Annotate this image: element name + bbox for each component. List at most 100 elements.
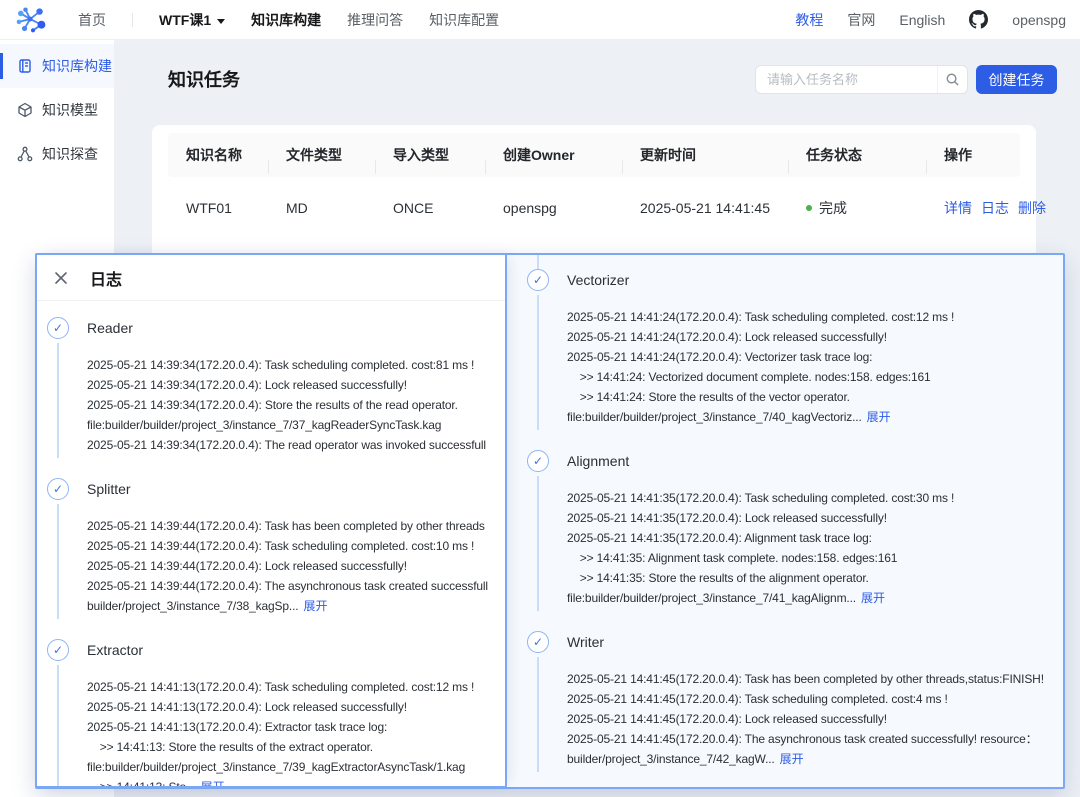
log-link[interactable]: 日志: [981, 198, 1009, 218]
log-line: 2025-05-21 14:41:45(172.20.0.4): Task ha…: [567, 669, 1063, 689]
log-line: 2025-05-21 14:41:24(172.20.0.4): Lock re…: [567, 327, 1063, 347]
sidebar-item-label: 知识模型: [42, 100, 98, 120]
status-dot-icon: [806, 205, 812, 211]
log-line: 2025-05-21 14:41:13(172.20.0.4): Task sc…: [87, 677, 505, 697]
log-line: 2025-05-21 14:41:45(172.20.0.4): The asy…: [567, 729, 1063, 749]
log-line: builder/project_3/instance_7/42_kagW...展…: [567, 749, 1063, 769]
sidebar-item-label: 知识探查: [42, 144, 98, 164]
expand-link[interactable]: 展开: [867, 410, 891, 424]
github-icon[interactable]: [969, 10, 988, 29]
cell-updated: 2025-05-21 14:41:45: [622, 200, 788, 216]
log-modal-header: 日志: [37, 255, 505, 301]
log-entry-vectorizer: ✓ Vectorizer 2025-05-21 14:41:24(172.20.0.…: [527, 269, 1063, 427]
table-header: 知识名称 文件类型 导入类型 创建Owner 更新时间 任务状态 操作: [168, 133, 1020, 177]
log-entry-lines: 2025-05-21 14:41:13(172.20.0.4): Task sc…: [87, 677, 505, 786]
log-line: 2025-05-21 14:39:34(172.20.0.4): Task sc…: [87, 355, 505, 375]
log-line: 2025-05-21 14:41:24(172.20.0.4): Vectori…: [567, 347, 1063, 367]
log-line: file:builder/builder/project_3/instance_…: [567, 588, 1063, 608]
log-line: 2025-05-21 14:39:44(172.20.0.4): The asy…: [87, 576, 505, 596]
app-root: 首页 WTF课1 知识库构建 推理问答 知识库配置 教程 官网 English …: [0, 0, 1080, 797]
sidebar-item-kb-model[interactable]: 知识模型: [0, 88, 114, 132]
expand-link[interactable]: 展开: [861, 591, 885, 605]
log-entry-lines: 2025-05-21 14:39:34(172.20.0.4): Task sc…: [87, 355, 505, 455]
log-left-panel: 日志 ✓Reader2025-05-21 14:39:34(172.20.0.4…: [35, 253, 507, 788]
log-modal: ✓ Vectorizer 2025-05-21 14:41:24(172.20.0.…: [35, 253, 1065, 789]
delete-link[interactable]: 删除: [1018, 198, 1046, 218]
official-site-link[interactable]: 官网: [847, 10, 875, 30]
detail-link[interactable]: 详情: [944, 198, 972, 218]
log-line: 2025-05-21 14:41:35(172.20.0.4): Lock re…: [567, 508, 1063, 528]
log-entry-lines: 2025-05-21 14:39:44(172.20.0.4): Task ha…: [87, 516, 505, 616]
log-line: 2025-05-21 14:41:13(172.20.0.4): Extract…: [87, 717, 505, 737]
col-status: 任务状态: [788, 145, 926, 165]
log-entry-reader: ✓Reader2025-05-21 14:39:34(172.20.0.4): …: [47, 317, 505, 455]
sidebar-item-kb-build[interactable]: 知识库构建: [0, 44, 114, 88]
log-line: file:builder/builder/project_3/instance_…: [87, 757, 505, 777]
col-actions: 操作: [926, 145, 1020, 165]
log-entry-title: Writer: [567, 631, 1063, 650]
log-entry-title: Alignment: [567, 450, 1063, 469]
cell-name: WTF01: [168, 200, 268, 216]
log-entry-writer: ✓Writer2025-05-21 14:41:45(172.20.0.4): …: [527, 631, 1063, 769]
log-line: 2025-05-21 14:41:35(172.20.0.4): Alignme…: [567, 528, 1063, 548]
cell-import-type: ONCE: [375, 200, 485, 216]
close-icon[interactable]: [53, 270, 69, 286]
log-line: >> 14:41:24: Store the results of the ve…: [567, 387, 1063, 407]
search-input[interactable]: [756, 72, 937, 87]
log-timeline-left: ✓Reader2025-05-21 14:39:34(172.20.0.4): …: [47, 317, 505, 786]
book-icon: [17, 58, 33, 74]
nav-item-kb-config[interactable]: 知识库配置: [429, 10, 525, 30]
tutorial-link[interactable]: 教程: [795, 10, 823, 30]
check-circle-icon: ✓: [47, 478, 69, 500]
log-line: 2025-05-21 14:41:13(172.20.0.4): Lock re…: [87, 697, 505, 717]
log-entry-splitter: ✓Splitter2025-05-21 14:39:44(172.20.0.4)…: [47, 478, 505, 616]
log-line: 2025-05-21 14:41:35(172.20.0.4): Task sc…: [567, 488, 1063, 508]
log-entry-title: Vectorizer: [567, 269, 1063, 288]
log-line: 2025-05-21 14:41:45(172.20.0.4): Lock re…: [567, 709, 1063, 729]
check-circle-icon: ✓: [47, 639, 69, 661]
nav-project-switcher[interactable]: WTF课1: [159, 10, 251, 30]
search-icon[interactable]: [937, 66, 967, 93]
log-left-body: ✓Reader2025-05-21 14:39:34(172.20.0.4): …: [37, 301, 505, 786]
log-timeline-right: ✓ Vectorizer 2025-05-21 14:41:24(172.20.0.…: [527, 269, 1063, 769]
expand-link[interactable]: 展开: [780, 752, 804, 766]
nav-item-reasoning-qa[interactable]: 推理问答: [347, 10, 429, 30]
expand-link[interactable]: 展开: [201, 780, 225, 786]
log-line: >> 14:41:24: Vectorized document complet…: [567, 367, 1063, 387]
log-entry-lines: 2025-05-21 14:41:35(172.20.0.4): Task sc…: [567, 488, 1063, 608]
log-line: >> 14:41:35: Store the results of the al…: [567, 568, 1063, 588]
language-switch[interactable]: English: [899, 12, 945, 28]
log-line: 2025-05-21 14:39:34(172.20.0.4): The rea…: [87, 435, 505, 455]
explore-icon: [17, 146, 33, 162]
check-circle-icon: ✓: [527, 450, 549, 472]
log-entry-lines: 2025-05-21 14:41:24(172.20.0.4): Task sc…: [567, 307, 1063, 427]
log-line: 2025-05-21 14:41:24(172.20.0.4): Task sc…: [567, 307, 1063, 327]
log-line: >> 14:41:13: Store the results of the ex…: [87, 737, 505, 757]
log-line: 2025-05-21 14:39:34(172.20.0.4): Store t…: [87, 395, 505, 415]
col-name: 知识名称: [168, 145, 268, 165]
log-line: 2025-05-21 14:39:44(172.20.0.4): Task sc…: [87, 536, 505, 556]
col-owner: 创建Owner: [485, 145, 622, 165]
sidebar-item-label: 知识库构建: [42, 56, 112, 76]
user-name[interactable]: openspg: [1012, 12, 1066, 28]
col-updated: 更新时间: [622, 145, 788, 165]
openspg-logo-icon[interactable]: [14, 5, 52, 35]
expand-link[interactable]: 展开: [303, 599, 327, 613]
create-task-button[interactable]: 创建任务: [976, 65, 1057, 94]
log-line: 2025-05-21 14:39:34(172.20.0.4): Lock re…: [87, 375, 505, 395]
status-text: 完成: [819, 198, 847, 218]
log-line: >> 14:41:13: Sto...展开: [87, 777, 505, 786]
table-row: WTF01 MD ONCE openspg 2025-05-21 14:41:4…: [168, 177, 1020, 239]
log-right-panel: ✓ Vectorizer 2025-05-21 14:41:24(172.20.0.…: [507, 255, 1063, 787]
cell-file-type: MD: [268, 200, 375, 216]
log-line: >> 14:41:35: Alignment task complete. no…: [567, 548, 1063, 568]
col-import-type: 导入类型: [375, 145, 485, 165]
check-circle-icon: ✓: [527, 269, 549, 291]
nav-item-home[interactable]: 首页: [78, 10, 132, 30]
nav-item-kb-build[interactable]: 知识库构建: [251, 10, 347, 30]
sidebar-item-kb-explore[interactable]: 知识探查: [0, 132, 114, 176]
log-line: builder/project_3/instance_7/38_kagSp...…: [87, 596, 505, 616]
top-navbar: 首页 WTF课1 知识库构建 推理问答 知识库配置 教程 官网 English …: [0, 0, 1080, 40]
topbar-right: 教程 官网 English openspg: [795, 10, 1080, 30]
col-file-type: 文件类型: [268, 145, 375, 165]
